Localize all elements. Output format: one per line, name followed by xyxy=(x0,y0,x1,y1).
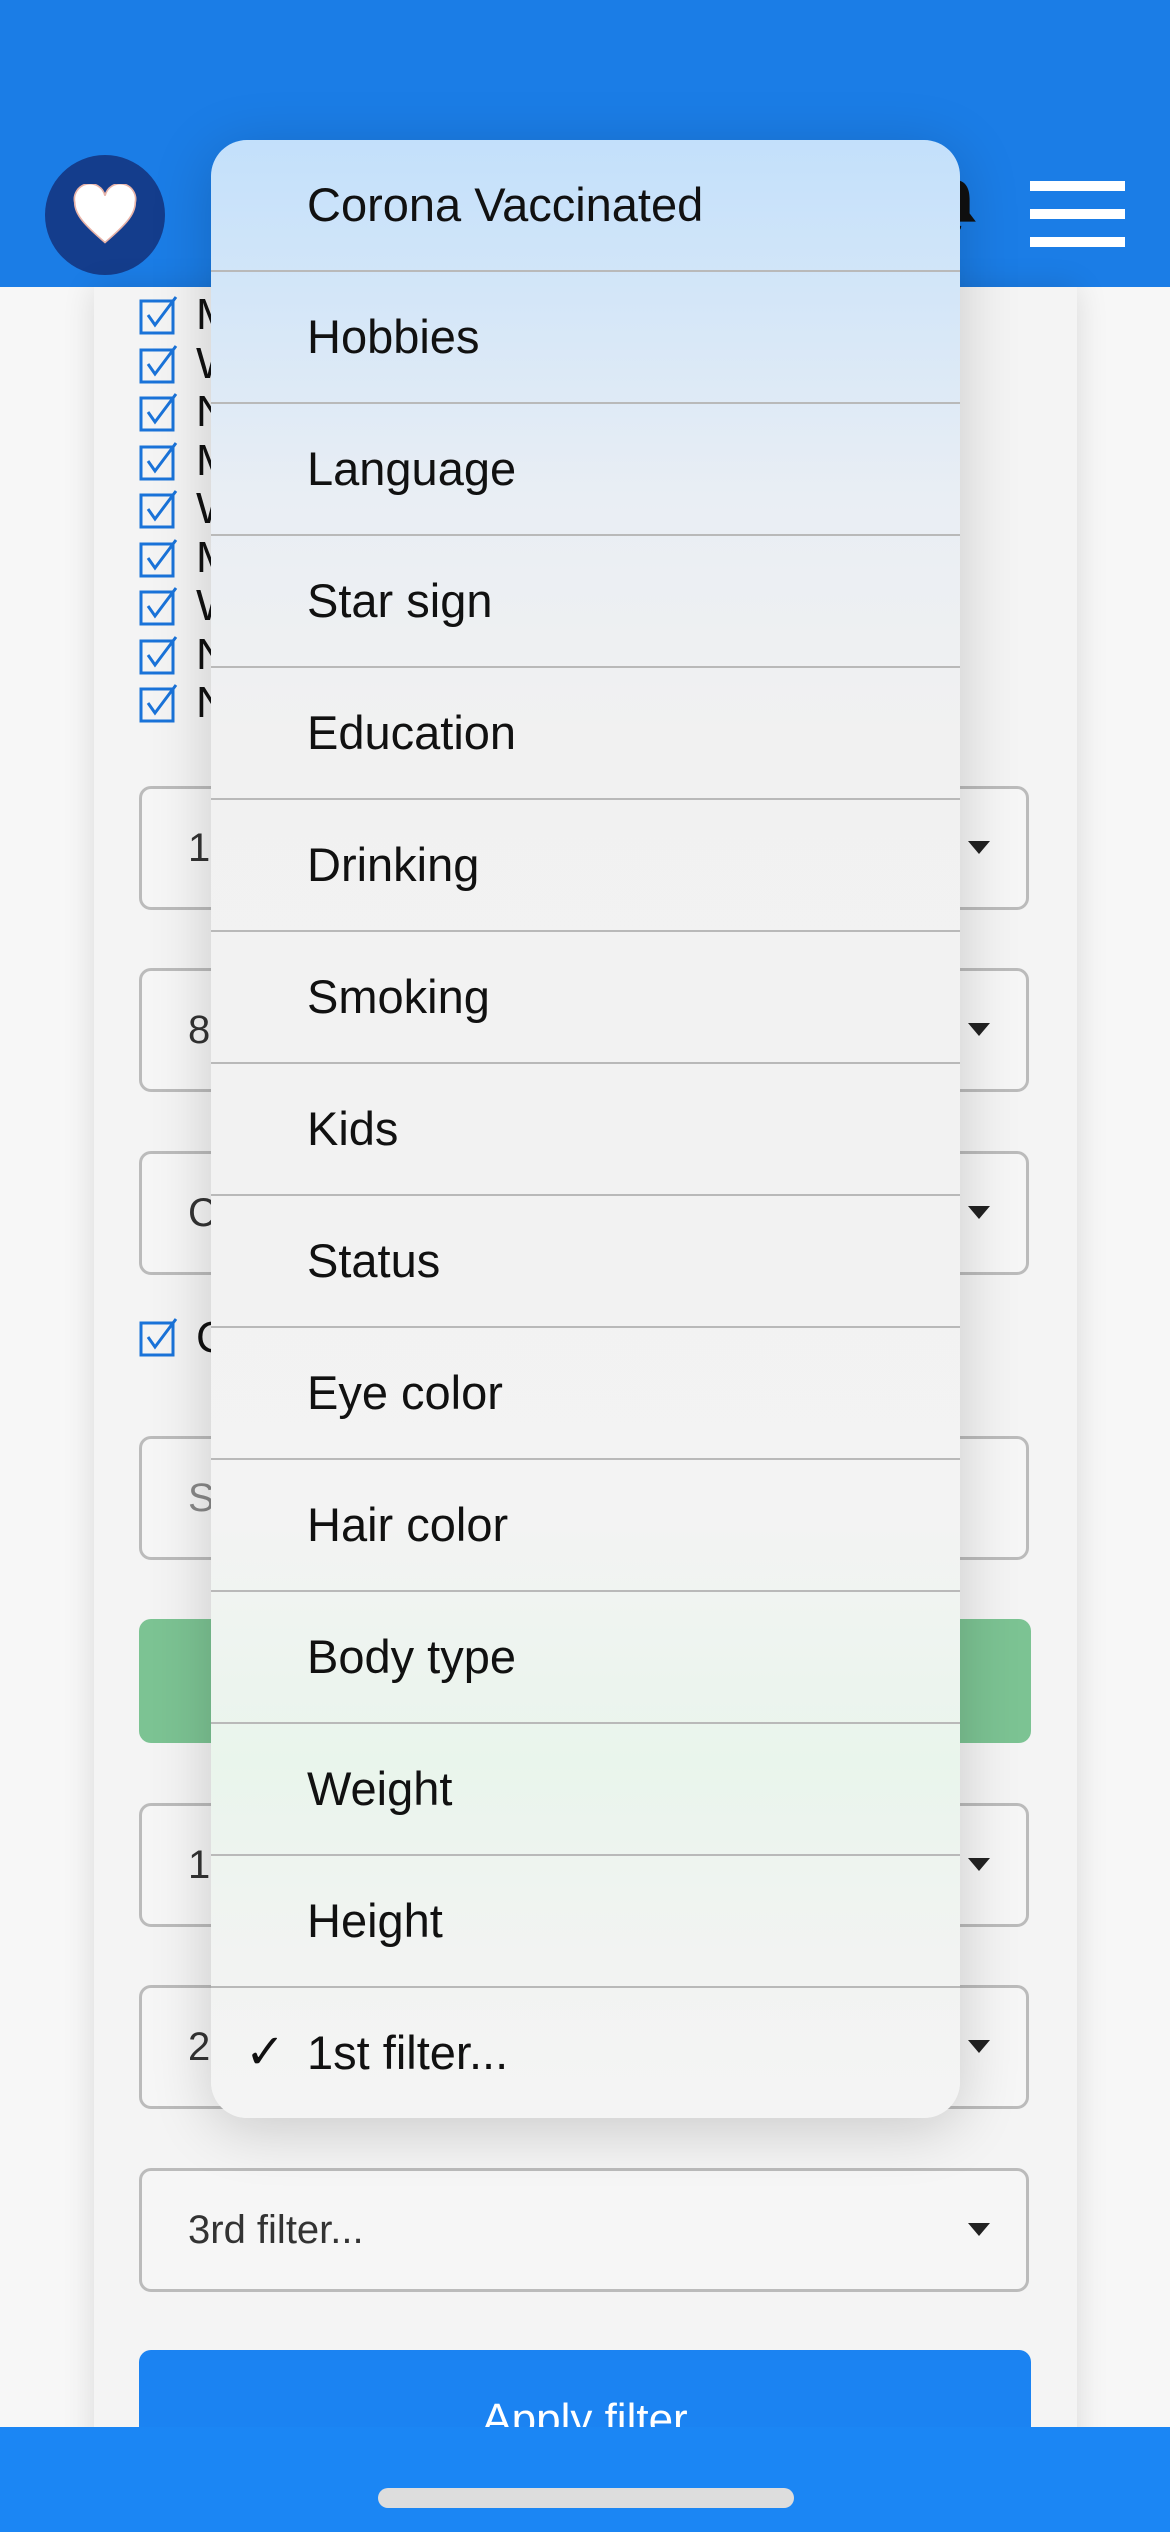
select-value: 8 xyxy=(188,1008,211,1052)
option-label: Weight xyxy=(307,1762,453,1815)
dropdown-option[interactable]: Status xyxy=(211,1196,960,1328)
option-label: Corona Vaccinated xyxy=(307,178,704,231)
option-label: Hair color xyxy=(307,1498,509,1551)
dropdown-option[interactable]: Smoking xyxy=(211,932,960,1064)
dropdown-option[interactable]: Star sign xyxy=(211,536,960,668)
hamburger-icon[interactable] xyxy=(1030,181,1125,247)
checkbox-checked-icon[interactable] xyxy=(139,1317,179,1357)
dropdown-option[interactable]: Hair color xyxy=(211,1460,960,1592)
checkbox-checked-icon[interactable] xyxy=(139,295,179,335)
select-value: 3rd filter... xyxy=(188,2208,364,2252)
logo[interactable] xyxy=(45,155,165,275)
checkbox-checked-icon[interactable] xyxy=(139,344,179,384)
dropdown-option[interactable]: Education xyxy=(211,668,960,800)
option-label: Education xyxy=(307,706,517,759)
caret-down-icon xyxy=(968,1023,990,1036)
dropdown-option[interactable]: Height xyxy=(211,1856,960,1988)
heart-icon xyxy=(73,184,137,244)
option-label: Height xyxy=(307,1894,443,1947)
caret-down-icon xyxy=(968,1858,990,1871)
select-value: 2 xyxy=(188,2025,211,2069)
caret-down-icon xyxy=(968,841,990,854)
option-label: Star sign xyxy=(307,574,493,627)
dropdown-option[interactable]: Weight xyxy=(211,1724,960,1856)
select-value: 1 xyxy=(188,1843,211,1887)
checkmark-icon: ✓ xyxy=(245,2026,286,2079)
dropdown-option[interactable]: Kids xyxy=(211,1064,960,1196)
option-label: Status xyxy=(307,1234,441,1287)
checkbox-checked-icon[interactable] xyxy=(139,683,179,723)
checkbox-checked-icon[interactable] xyxy=(139,538,179,578)
caret-down-icon xyxy=(968,2040,990,2053)
home-indicator[interactable] xyxy=(378,2488,794,2508)
checkbox-checked-icon[interactable] xyxy=(139,392,179,432)
select-value: 1 xyxy=(188,826,211,870)
checkbox-checked-icon[interactable] xyxy=(139,586,179,626)
dropdown-option[interactable]: Eye color xyxy=(211,1328,960,1460)
dropdown-option[interactable]: Body type xyxy=(211,1592,960,1724)
option-label: 1st filter... xyxy=(307,2026,509,2079)
option-label: Hobbies xyxy=(307,310,480,363)
option-label: Smoking xyxy=(307,970,490,1023)
option-label: Drinking xyxy=(307,838,480,891)
dropdown-option[interactable]: Corona Vaccinated xyxy=(211,140,960,272)
caret-down-icon xyxy=(968,1206,990,1219)
dropdown-option[interactable]: ✓ 1st filter... xyxy=(211,1988,960,2118)
filter-select-3[interactable]: 3rd filter... xyxy=(139,2168,1029,2292)
dropdown-option[interactable]: Drinking xyxy=(211,800,960,932)
caret-down-icon xyxy=(968,2223,990,2236)
option-label: Eye color xyxy=(307,1366,503,1419)
checkbox-checked-icon[interactable] xyxy=(139,489,179,529)
option-label: Body type xyxy=(307,1630,517,1683)
dropdown-option[interactable]: Language xyxy=(211,404,960,536)
dropdown-menu: Corona Vaccinated Hobbies Language Star sig… xyxy=(211,140,960,2118)
checkbox-checked-icon[interactable] xyxy=(139,441,179,481)
option-label: Kids xyxy=(307,1102,399,1155)
dropdown-option[interactable]: Hobbies xyxy=(211,272,960,404)
bottom-bar xyxy=(0,2427,1170,2532)
checkbox-checked-icon[interactable] xyxy=(139,635,179,675)
option-label: Language xyxy=(307,442,517,495)
